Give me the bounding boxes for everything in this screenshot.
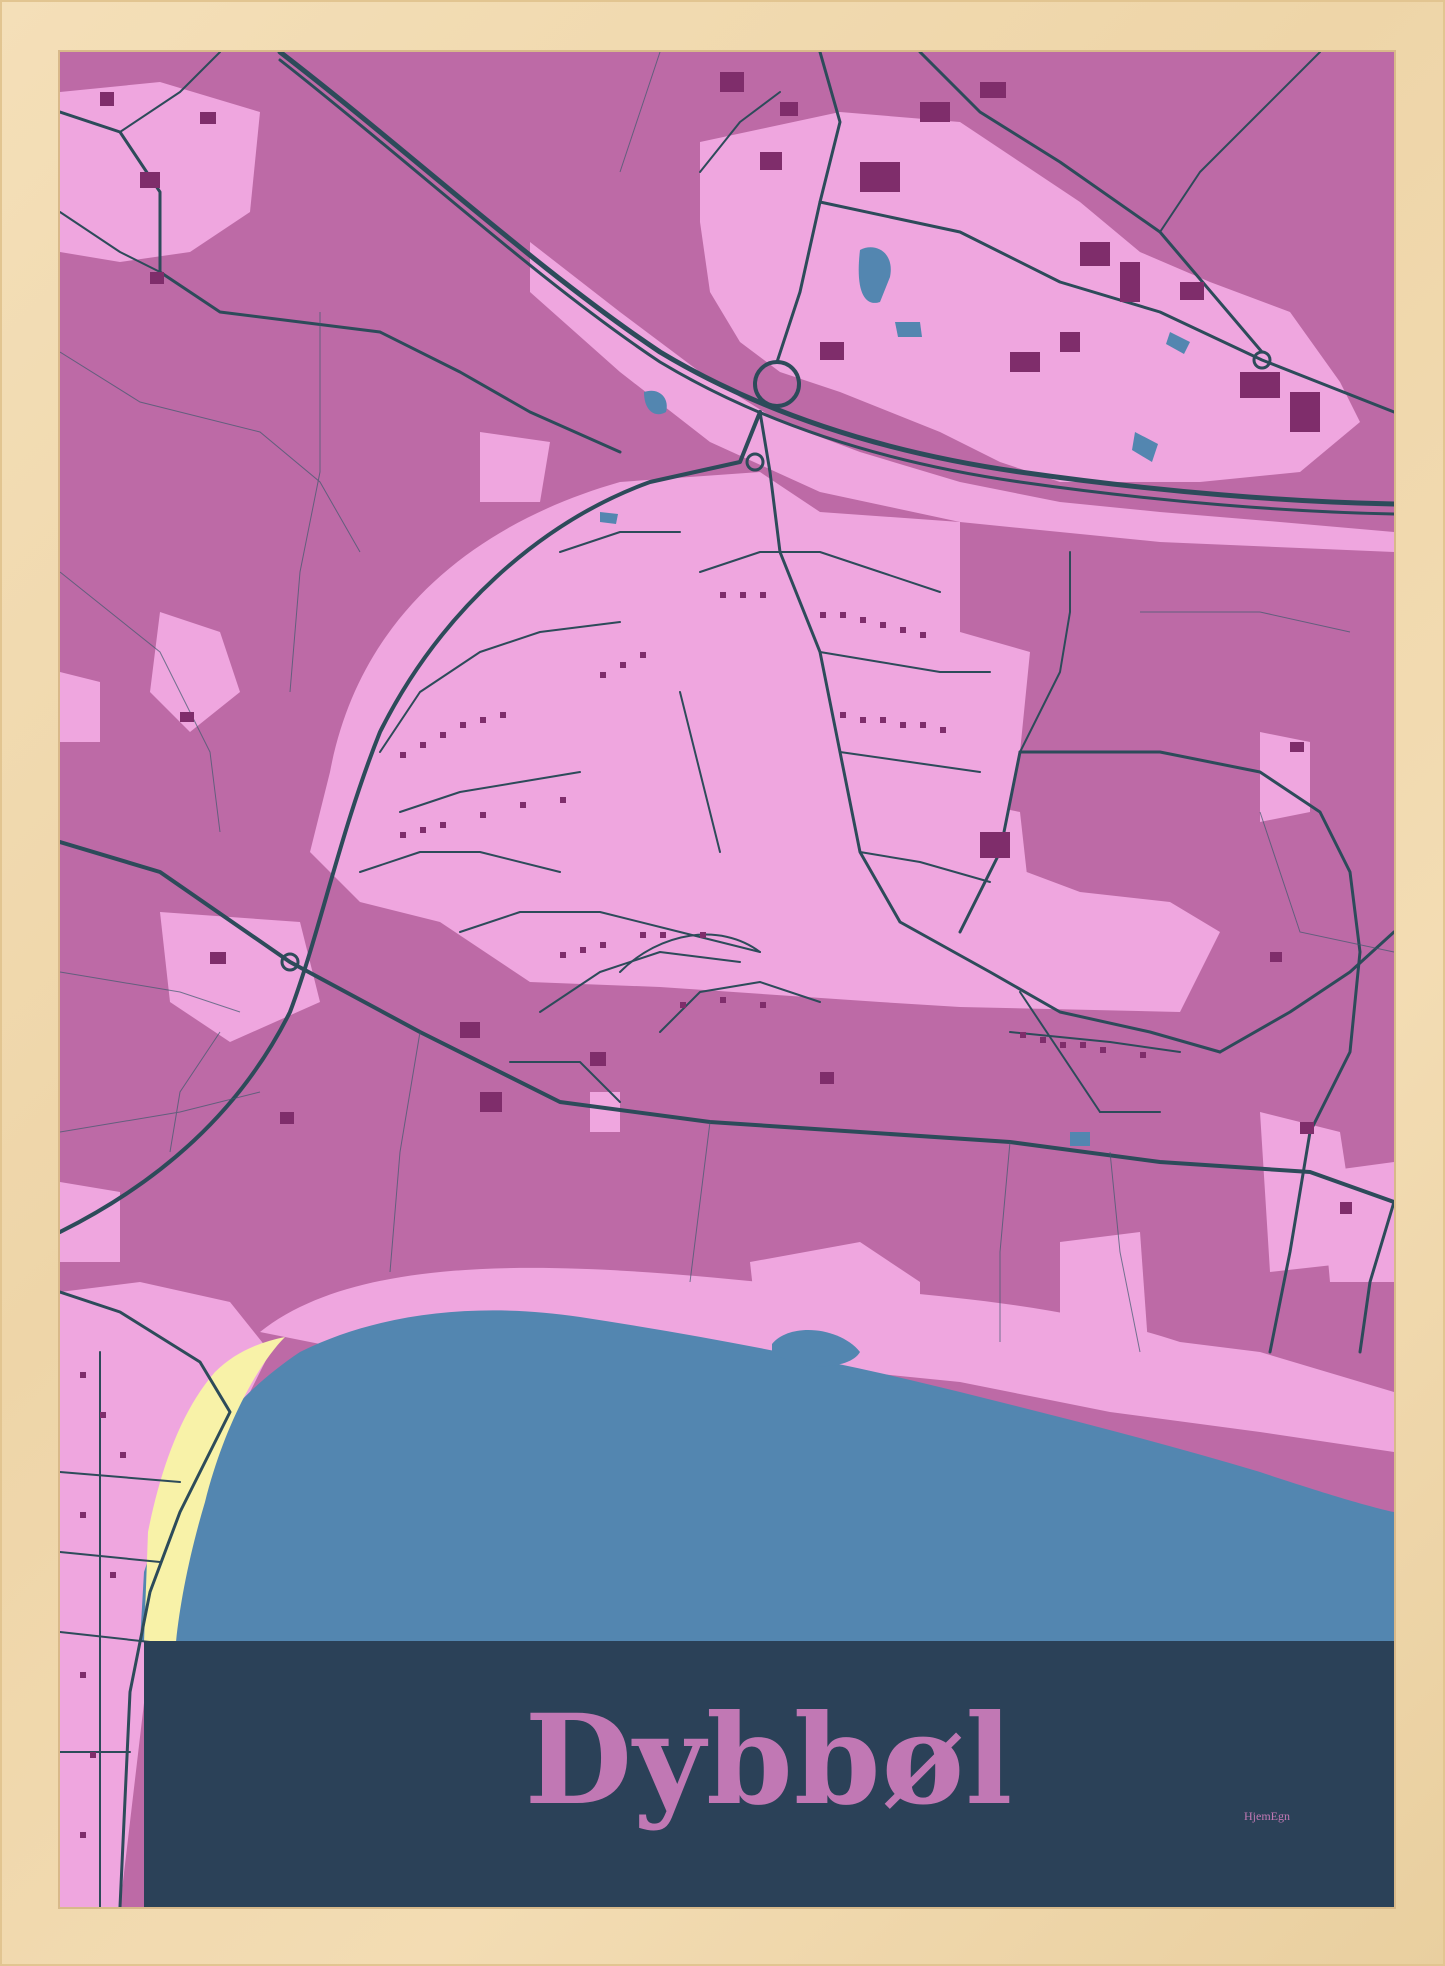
wooden-frame: Dybbøl HjemEgn xyxy=(0,0,1445,1966)
place-name-title: Dybbøl xyxy=(524,1688,1014,1833)
map-canvas xyxy=(60,52,1394,1907)
map-poster: Dybbøl HjemEgn xyxy=(60,52,1394,1907)
brand-logo-text: HjemEgn xyxy=(1244,1809,1290,1823)
title-band: Dybbøl HjemEgn xyxy=(144,1641,1394,1907)
